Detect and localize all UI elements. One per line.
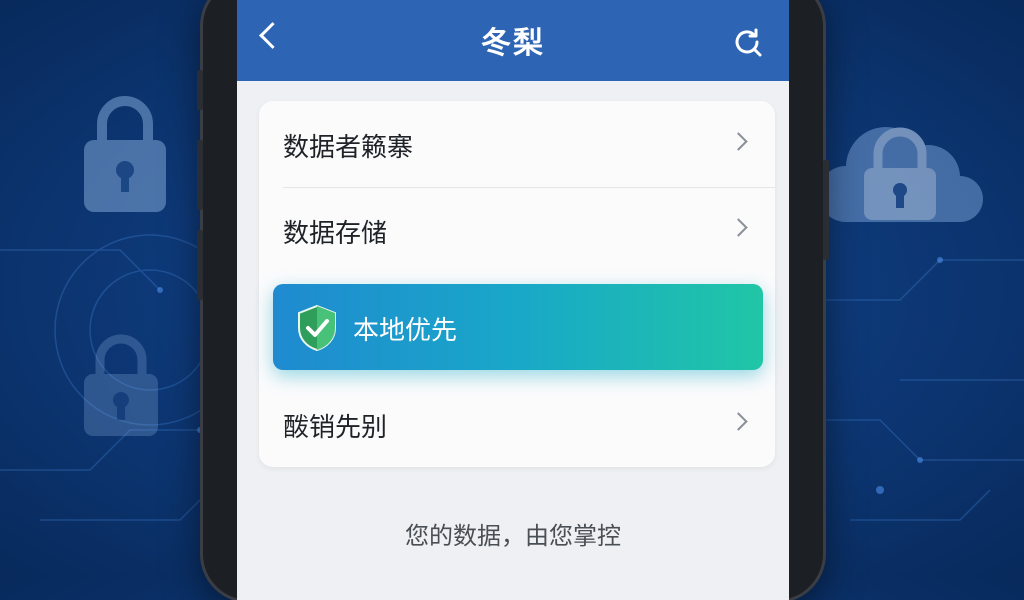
page-title: 冬梨: [481, 26, 545, 61]
app-screen: 冬梨 数据者籁寨 数据存储 酦销先别 本地优先 您的数据，由您掌控: [237, 0, 789, 600]
lock-icon: [84, 334, 158, 436]
chevron-right-icon: [729, 412, 748, 431]
phone-frame: 冬梨 数据者籁寨 数据存储 酦销先别 本地优先 您的数据，由您掌控: [197, 0, 829, 600]
chevron-right-icon: [729, 218, 748, 237]
app-header: 冬梨: [237, 0, 789, 81]
menu-item-label: 本地优先: [353, 316, 458, 346]
menu-item-local-first[interactable]: 本地优先: [273, 284, 763, 370]
lock-icon: [84, 96, 166, 212]
menu-item-label: 数据存储: [283, 219, 388, 249]
shield-check-icon: [298, 304, 336, 352]
menu-item-data-storage[interactable]: 数据存储: [259, 187, 775, 273]
refresh-icon[interactable]: [729, 24, 765, 60]
cloud-lock-icon: [818, 127, 983, 222]
menu-item-account[interactable]: 酦销先别: [259, 381, 775, 467]
menu-item-label: 数据者籁寨: [283, 133, 414, 163]
chevron-right-icon: [729, 132, 748, 151]
footer-tagline: 您的数据，由您掌控: [405, 522, 621, 550]
menu-item-data-observer[interactable]: 数据者籁寨: [259, 101, 775, 187]
menu-item-label: 酦销先别: [283, 413, 388, 443]
